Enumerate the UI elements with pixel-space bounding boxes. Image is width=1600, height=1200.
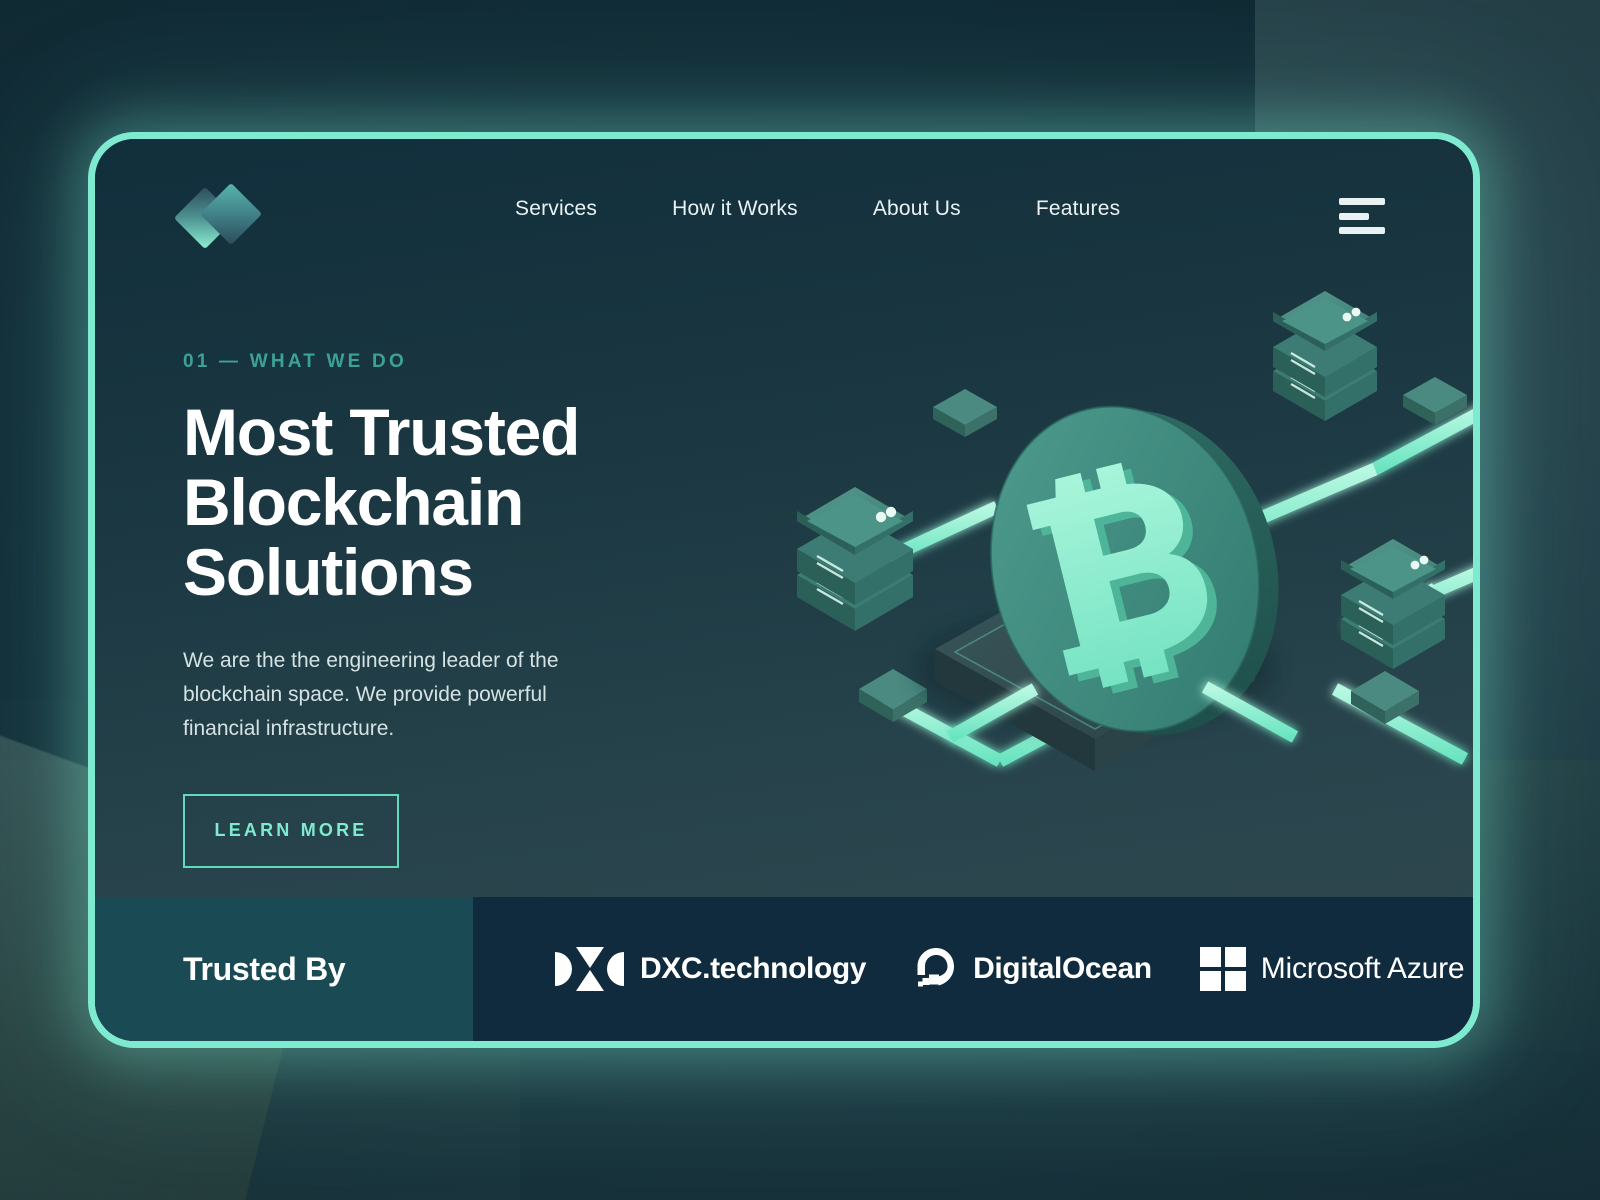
partner-logos: DXC.technology DigitalOcean Microsoft Az… xyxy=(473,897,1473,1041)
nav-item-how-it-works[interactable]: How it Works xyxy=(672,197,798,221)
main-navigation: Services How it Works About Us Features xyxy=(515,139,1120,279)
hero-content: 01 — WHAT WE DO Most Trusted Blockchain … xyxy=(183,351,763,868)
partner-logo-dxc[interactable]: DXC.technology xyxy=(555,947,866,991)
learn-more-button[interactable]: LEARN MORE xyxy=(183,793,399,868)
headline-line-1: Most Trusted xyxy=(183,395,580,469)
nav-item-about-us[interactable]: About Us xyxy=(873,197,961,221)
brand-diamond-logo[interactable] xyxy=(173,182,263,250)
hero-eyebrow: 01 — WHAT WE DO xyxy=(183,351,407,372)
partner-logo-digitalocean[interactable]: DigitalOcean xyxy=(914,945,1152,994)
digitalocean-mark-icon xyxy=(914,945,958,994)
headline-line-3: Solutions xyxy=(183,534,474,609)
nav-item-features[interactable]: Features xyxy=(1036,197,1120,221)
dxc-mark-icon xyxy=(555,947,625,991)
partner-name-microsoft-azure: Microsoft Azure xyxy=(1260,952,1465,985)
trusted-by-bar: Trusted By DXC.technology DigitalOcean M… xyxy=(95,897,1473,1041)
hero-description: We are the the engineering leader of the… xyxy=(183,648,559,740)
website-card: Services How it Works About Us Features xyxy=(95,139,1473,1041)
page-title: Most Trusted Blockchain Solutions xyxy=(183,395,763,609)
trusted-by-panel: Trusted By xyxy=(95,897,473,1041)
hamburger-line-top xyxy=(1339,198,1385,205)
trusted-by-label: Trusted By xyxy=(183,950,346,987)
hamburger-line-middle xyxy=(1339,212,1369,220)
windows-mark-icon xyxy=(1199,947,1246,991)
hamburger-line-bottom xyxy=(1339,227,1385,234)
headline-line-2: Blockchain xyxy=(183,464,524,539)
partner-name-dxc: DXC.technology xyxy=(640,952,867,985)
hamburger-menu-icon[interactable] xyxy=(1339,198,1385,234)
isometric-blockchain-network-illustration xyxy=(735,269,1473,899)
partner-logo-microsoft-azure[interactable]: Microsoft Azure xyxy=(1199,947,1465,991)
site-header: Services How it Works About Us Features xyxy=(95,139,1473,279)
partner-name-digitalocean: DigitalOcean xyxy=(973,952,1152,985)
nav-item-services[interactable]: Services xyxy=(515,197,597,221)
website-mockup-frame: Services How it Works About Us Features xyxy=(88,132,1480,1048)
